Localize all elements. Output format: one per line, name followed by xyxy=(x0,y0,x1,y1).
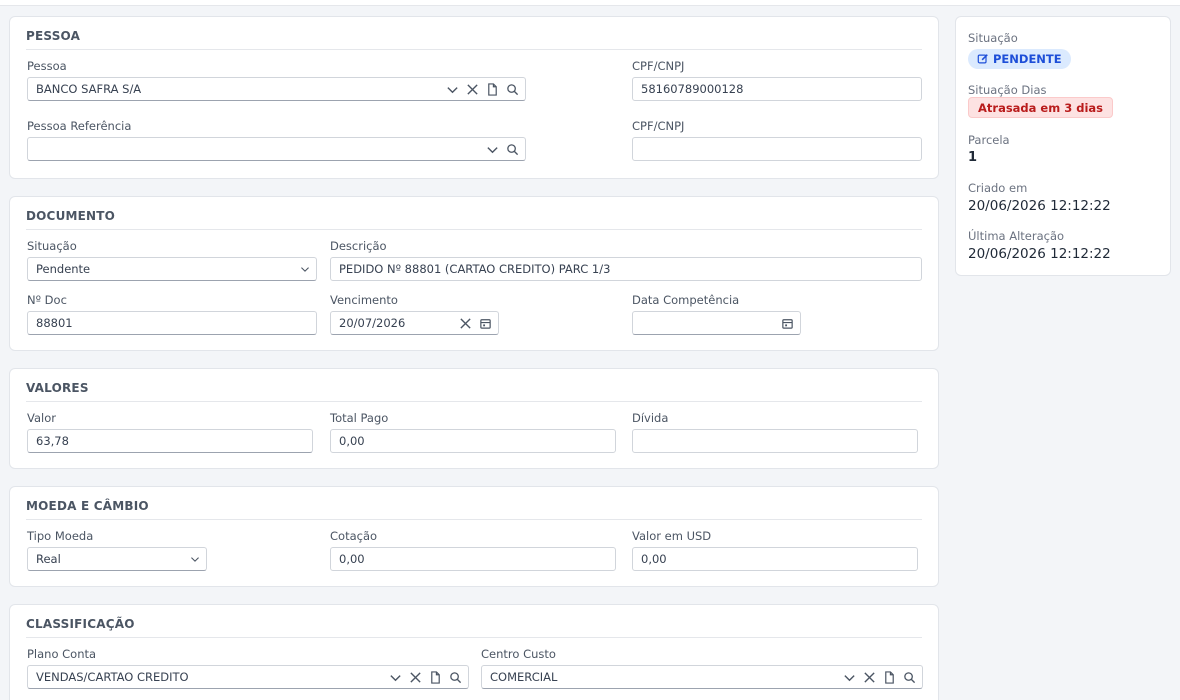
ndoc-value: 88801 xyxy=(36,316,73,330)
moeda-card: MOEDA E CÂMBIO Tipo Moeda Real Cotação 0… xyxy=(9,486,939,587)
status-sidebar: Situação PENDENTE Situação Dias Atrasada… xyxy=(955,16,1171,276)
clear-icon[interactable] xyxy=(409,671,422,684)
divider xyxy=(26,519,922,520)
ndoc-field[interactable]: 88801 xyxy=(27,311,317,335)
section-title: CLASSIFICAÇÃO xyxy=(26,617,135,631)
valor-usd-label: Valor em USD xyxy=(632,529,712,543)
valor-usd-field[interactable]: 0,00 xyxy=(632,547,918,571)
plano-conta-value: VENDAS/CARTAO CREDITO xyxy=(36,670,189,684)
section-title: VALORES xyxy=(26,381,89,395)
cpf-label: CPF/CNPJ xyxy=(632,59,685,73)
descricao-label: Descrição xyxy=(330,239,387,253)
cotacao-field[interactable]: 0,00 xyxy=(330,547,616,571)
tipo-moeda-label: Tipo Moeda xyxy=(27,529,94,543)
document-icon[interactable] xyxy=(429,670,442,684)
vencimento-label: Vencimento xyxy=(330,293,398,307)
competencia-field[interactable] xyxy=(632,311,801,335)
centro-custo-field[interactable]: COMERCIAL xyxy=(481,665,923,689)
criado-label: Criado em xyxy=(968,181,1028,195)
valores-card: VALORES Valor 63,78 Total Pago 0,00 Dívi… xyxy=(9,368,939,469)
document-icon[interactable] xyxy=(486,82,499,96)
ndoc-label: Nº Doc xyxy=(27,293,67,307)
pessoa-value: BANCO SAFRA S/A xyxy=(36,82,142,96)
chevron-down-icon xyxy=(301,267,309,272)
cpf-value: 58160789000128 xyxy=(641,82,744,96)
divida-label: Dívida xyxy=(632,411,669,425)
divida-field[interactable] xyxy=(632,429,918,453)
section-title: PESSOA xyxy=(26,29,81,43)
calendar-icon[interactable] xyxy=(781,317,794,330)
valor-label: Valor xyxy=(27,411,56,425)
chevron-down-icon xyxy=(191,557,199,562)
status-badge: PENDENTE xyxy=(968,49,1071,69)
centro-custo-label: Centro Custo xyxy=(481,647,556,661)
valor-usd-value: 0,00 xyxy=(641,552,667,566)
tipo-moeda-value: Real xyxy=(36,552,61,566)
plano-conta-label: Plano Conta xyxy=(27,647,97,661)
valor-value: 63,78 xyxy=(36,434,69,448)
section-title: MOEDA E CÂMBIO xyxy=(26,499,149,513)
situacao-dias-label: Situação Dias xyxy=(968,83,1047,97)
centro-custo-value: COMERCIAL xyxy=(490,670,558,684)
descricao-field[interactable]: PEDIDO Nº 88801 (CARTAO CREDITO) PARC 1/… xyxy=(330,257,922,281)
pessoa-field[interactable]: BANCO SAFRA S/A xyxy=(27,77,526,101)
classificacao-card: CLASSIFICAÇÃO Plano Conta VENDAS/CARTAO … xyxy=(9,604,939,700)
divider xyxy=(26,637,922,638)
cotacao-label: Cotação xyxy=(330,529,378,543)
divider xyxy=(26,229,922,230)
chevron-down-icon[interactable] xyxy=(486,143,499,156)
cpf-field[interactable]: 58160789000128 xyxy=(632,77,922,101)
alteracao-label: Última Alteração xyxy=(968,229,1065,243)
clear-icon[interactable] xyxy=(863,671,876,684)
chevron-down-icon[interactable] xyxy=(446,83,459,96)
status-badge-text: PENDENTE xyxy=(993,52,1062,66)
pessoa-card: PESSOA Pessoa BANCO SAFRA S/A CPF/CNPJ 5… xyxy=(9,16,939,179)
alteracao-value: 20/06/2026 12:12:22 xyxy=(968,246,1111,262)
criado-value: 20/06/2026 12:12:22 xyxy=(968,198,1111,214)
edit-icon xyxy=(977,54,988,64)
divider xyxy=(26,49,922,50)
parcela-value: 1 xyxy=(968,150,978,165)
pessoa-referencia-label: Pessoa Referência xyxy=(27,119,132,133)
competencia-label: Data Competência xyxy=(632,293,740,307)
descricao-value: PEDIDO Nº 88801 (CARTAO CREDITO) PARC 1/… xyxy=(339,262,611,276)
tipo-moeda-select[interactable]: Real xyxy=(27,547,207,571)
chevron-down-icon[interactable] xyxy=(389,671,402,684)
situacao-select[interactable]: Pendente xyxy=(27,257,317,281)
divider xyxy=(26,401,922,402)
cpf-referencia-field[interactable] xyxy=(632,137,922,161)
situacao-label: Situação xyxy=(968,31,1018,45)
plano-conta-field[interactable]: VENDAS/CARTAO CREDITO xyxy=(27,665,469,689)
search-icon[interactable] xyxy=(449,671,462,684)
clear-icon[interactable] xyxy=(459,317,472,330)
pessoa-label: Pessoa xyxy=(27,59,67,73)
total-pago-label: Total Pago xyxy=(330,411,389,425)
document-icon[interactable] xyxy=(883,670,896,684)
pessoa-referencia-field[interactable] xyxy=(27,137,526,161)
search-icon[interactable] xyxy=(506,83,519,96)
vencimento-field[interactable]: 20/07/2026 xyxy=(330,311,499,335)
chevron-down-icon[interactable] xyxy=(843,671,856,684)
situacao-value: Pendente xyxy=(36,262,91,276)
situacao-label: Situação xyxy=(27,239,77,253)
calendar-icon[interactable] xyxy=(479,317,492,330)
search-icon[interactable] xyxy=(903,671,916,684)
cotacao-value: 0,00 xyxy=(339,552,365,566)
parcela-label: Parcela xyxy=(968,133,1010,147)
section-title: DOCUMENTO xyxy=(26,209,116,223)
total-pago-value: 0,00 xyxy=(339,434,365,448)
vencimento-value: 20/07/2026 xyxy=(339,316,406,330)
clear-icon[interactable] xyxy=(466,83,479,96)
documento-card: DOCUMENTO Situação Pendente Descrição PE… xyxy=(9,196,939,351)
total-pago-field[interactable]: 0,00 xyxy=(330,429,616,453)
search-icon[interactable] xyxy=(506,143,519,156)
top-bar xyxy=(0,0,1180,6)
valor-field[interactable]: 63,78 xyxy=(27,429,313,453)
overdue-badge: Atrasada em 3 dias xyxy=(968,97,1114,118)
cpf-referencia-label: CPF/CNPJ xyxy=(632,119,685,133)
